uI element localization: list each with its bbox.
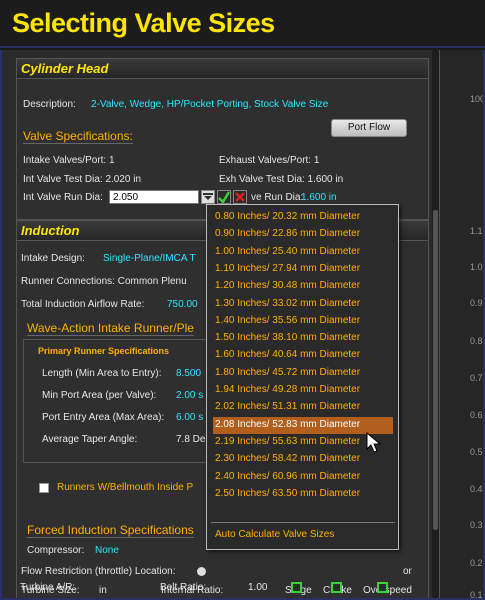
forced-induction-heading: Forced Induction Specifications	[27, 523, 194, 538]
compressor-label: Compressor:	[27, 545, 85, 556]
belt-ratio-label: Belt Ratio:	[160, 582, 207, 593]
dropdown-separator	[211, 522, 395, 523]
axis-label: 0.6	[470, 410, 483, 420]
description-label: Description:	[23, 99, 76, 110]
dropdown-item[interactable]: 1.30 Inches/ 33.02 mm Diameter	[213, 296, 393, 313]
mouse-cursor-icon	[366, 431, 382, 459]
auto-calculate-item[interactable]: Auto Calculate Valve Sizes	[213, 527, 393, 544]
length-label: Length (Min Area to Entry):	[42, 368, 162, 379]
banner-title: Selecting Valve Sizes	[12, 8, 275, 38]
description-value[interactable]: 2-Valve, Wedge, HP/Pocket Porting, Stock…	[91, 99, 328, 110]
compressor-value[interactable]: None	[95, 545, 119, 556]
right-graph-area: 100 1.1 1.0 0.9 0.8 0.7 0.6 0.5 0.4 0.3 …	[439, 50, 485, 600]
axis-label: 0.9	[470, 298, 483, 308]
exhaust-valves-port: Exhaust Valves/Port: 1	[219, 155, 320, 166]
choke-indicator	[331, 582, 342, 593]
flow-restriction-tail: or	[403, 566, 412, 577]
dropdown-item[interactable]: 0.90 Inches/ 22.86 mm Diameter	[213, 226, 393, 243]
axis-label: 0.1	[470, 590, 483, 600]
flow-restriction-label: Flow Restriction (throttle) Location:	[21, 566, 176, 577]
dropdown-item[interactable]: 1.50 Inches/ 38.10 mm Diameter	[213, 330, 393, 347]
axis-label: 0.8	[470, 336, 483, 346]
dropdown-item[interactable]: 1.80 Inches/ 45.72 mm Diameter	[213, 365, 393, 382]
int-valve-run-dia-label: Int Valve Run Dia:	[23, 192, 103, 203]
port-entry-value[interactable]: 6.00 s	[176, 412, 203, 423]
belt-ratio-value[interactable]: 1.00	[248, 582, 267, 593]
vertical-scrollbar[interactable]	[432, 50, 439, 598]
length-value[interactable]: 8.500	[176, 368, 201, 379]
dropdown-item[interactable]: 2.50 Inches/ 63.50 mm Diameter	[213, 486, 393, 503]
total-airflow-label: Total Induction Airflow Rate:	[21, 299, 145, 310]
dropdown-item[interactable]: 1.40 Inches/ 35.56 mm Diameter	[213, 313, 393, 330]
dropdown-item[interactable]: 1.60 Inches/ 40.64 mm Diameter	[213, 347, 393, 364]
valve-size-dropdown: 0.80 Inches/ 20.32 mm Diameter 0.90 Inch…	[206, 204, 399, 550]
dropdown-item[interactable]: 1.00 Inches/ 25.40 mm Diameter	[213, 244, 393, 261]
min-port-label: Min Port Area (per Valve):	[42, 390, 157, 401]
flow-restriction-radio[interactable]	[197, 567, 206, 576]
axis-label: 0.5	[470, 447, 483, 457]
dropdown-item[interactable]: 2.02 Inches/ 51.31 mm Diameter	[213, 399, 393, 416]
cylinder-head-title: Cylinder Head	[17, 59, 428, 79]
dropdown-item[interactable]: 1.10 Inches/ 27.94 mm Diameter	[213, 261, 393, 278]
dropdown-item[interactable]: 0.80 Inches/ 20.32 mm Diameter	[213, 209, 393, 226]
exh-run-dia-label: ve Run Dia:	[251, 192, 304, 203]
bellmouth-checkbox[interactable]	[39, 483, 49, 493]
primary-runner-heading: Primary Runner Specifications	[38, 346, 170, 356]
intake-valves-port: Intake Valves/Port: 1	[23, 155, 115, 166]
primary-runner-group: Primary Runner Specifications Length (Mi…	[23, 339, 213, 463]
runner-connections: Runner Connections: Common Plenu	[21, 276, 187, 287]
axis-label: 0.4	[470, 484, 483, 494]
int-valve-test-dia: Int Valve Test Dia: 2.020 in	[23, 174, 142, 185]
exh-valve-test-dia: Exh Valve Test Dia: 1.600 in	[219, 174, 344, 185]
cylinder-head-panel: Cylinder Head Description: 2-Valve, Wedg…	[16, 58, 429, 220]
exh-run-dia-value: 1.600 in	[301, 192, 337, 203]
scrollbar-thumb[interactable]	[433, 210, 438, 530]
axis-label: 1.0	[470, 262, 483, 272]
dropdown-item[interactable]: 2.40 Inches/ 60.96 mm Diameter	[213, 469, 393, 486]
total-airflow-value[interactable]: 750.00	[167, 299, 198, 310]
intake-design-label: Intake Design:	[21, 253, 85, 264]
axis-label: 1.1	[470, 226, 483, 236]
dropdown-item[interactable]: 1.94 Inches/ 49.28 mm Diameter	[213, 382, 393, 399]
overspeed-indicator	[377, 582, 388, 593]
intake-design-value[interactable]: Single-Plane/IMCA T	[103, 253, 196, 264]
dropdown-item[interactable]: 1.20 Inches/ 30.48 mm Diameter	[213, 278, 393, 295]
taper-value: 7.8 De	[176, 434, 206, 445]
surge-indicator	[291, 582, 302, 593]
axis-label: 0.3	[470, 520, 483, 530]
min-port-value[interactable]: 2.00 s	[176, 390, 203, 401]
turbine-ar-label: Turbine A/R:	[20, 582, 76, 593]
axis-label: 100	[470, 94, 485, 104]
taper-label: Average Taper Angle:	[42, 434, 138, 445]
port-flow-button[interactable]: Port Flow	[331, 119, 407, 137]
checkmark-icon[interactable]	[217, 190, 231, 204]
valve-specs-heading: Valve Specifications:	[23, 129, 133, 144]
bellmouth-label: Runners W/Bellmouth Inside P	[57, 482, 194, 493]
cancel-x-icon[interactable]	[233, 190, 247, 204]
wave-action-heading: Wave-Action Intake Runner/Ple	[27, 321, 194, 336]
axis-label: 0.2	[470, 558, 483, 568]
title-banner: Selecting Valve Sizes	[0, 0, 485, 48]
dropdown-arrow-icon[interactable]	[201, 190, 215, 204]
axis-label: 0.7	[470, 373, 483, 383]
int-valve-run-dia-input[interactable]: 2.050	[109, 190, 199, 204]
port-entry-label: Port Entry Area (Max Area):	[42, 412, 165, 423]
turbine-size-unit: in	[99, 585, 107, 596]
